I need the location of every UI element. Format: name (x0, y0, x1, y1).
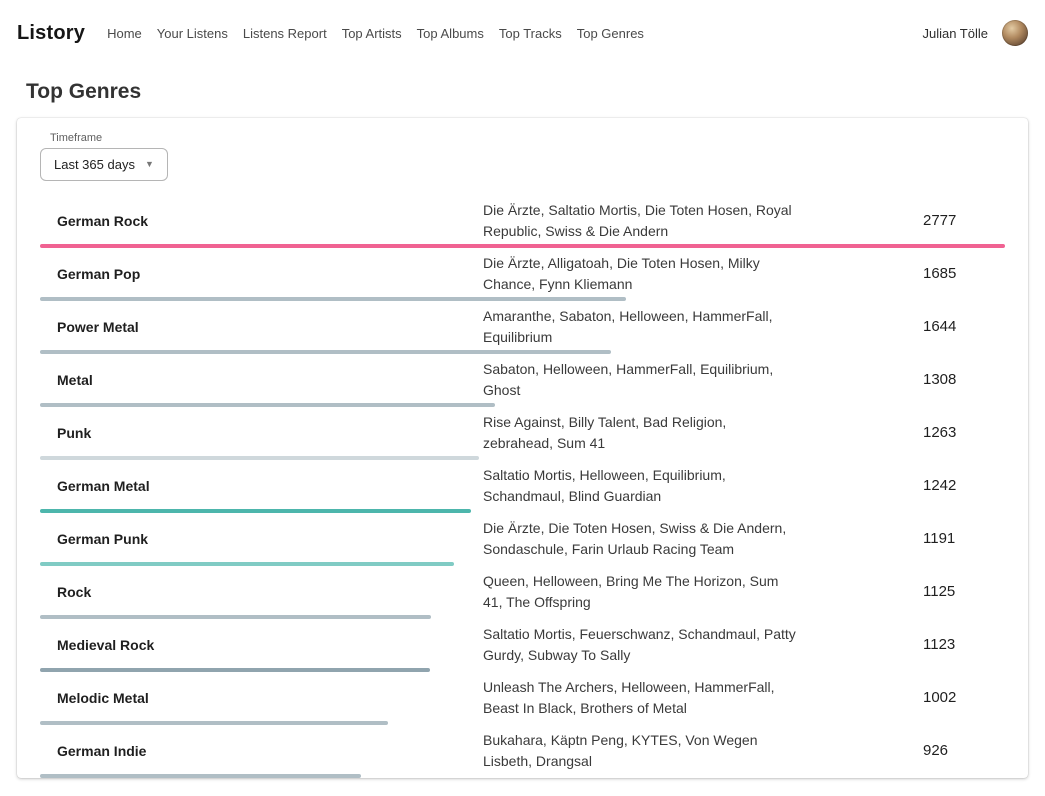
nav-link-top-artists[interactable]: Top Artists (342, 22, 402, 45)
genre-artists: Bukahara, Käptn Peng, KYTES, Von Wegen L… (483, 730, 923, 772)
genre-count: 1002 (923, 689, 1005, 706)
genre-list: German Rock Die Ärzte, Saltatio Mortis, … (40, 195, 1005, 778)
page-title: Top Genres (26, 80, 1028, 104)
genre-count: 1191 (923, 530, 1005, 547)
main-nav: Home Your Listens Listens Report Top Artist… (107, 22, 922, 45)
user-name: Julian Tölle (922, 26, 988, 41)
genre-name: German Pop (40, 266, 483, 282)
genre-artists: Saltatio Mortis, Helloween, Equilibrium,… (483, 465, 923, 507)
genre-artists: Sabaton, Helloween, HammerFall, Equilibr… (483, 359, 923, 401)
avatar[interactable] (1002, 20, 1028, 46)
nav-link-listens-report[interactable]: Listens Report (243, 22, 327, 45)
timeframe-value: Last 365 days (54, 157, 135, 172)
brand-logo[interactable]: Listory (17, 22, 85, 45)
nav-link-top-genres[interactable]: Top Genres (577, 22, 644, 45)
user-area: Julian Tölle (922, 20, 1028, 46)
genre-name: Medieval Rock (40, 637, 483, 653)
timeframe-filter: Timeframe Last 365 days ▼ (40, 132, 1005, 181)
genre-artists: Die Ärzte, Alligatoah, Die Toten Hosen, … (483, 253, 923, 295)
genre-row: Medieval Rock Saltatio Mortis, Feuerschw… (40, 619, 1005, 672)
genre-row: Metal Sabaton, Helloween, HammerFall, Eq… (40, 354, 1005, 407)
genre-artists: Unleash The Archers, Helloween, HammerFa… (483, 677, 923, 719)
genre-name: German Metal (40, 478, 483, 494)
genre-name: German Indie (40, 743, 483, 759)
genre-row: Power Metal Amaranthe, Sabaton, Hellowee… (40, 301, 1005, 354)
genre-bar-track (40, 774, 1005, 778)
genre-artists: Queen, Helloween, Bring Me The Horizon, … (483, 571, 923, 613)
genre-count: 1242 (923, 477, 1005, 494)
nav-link-top-albums[interactable]: Top Albums (417, 22, 484, 45)
genre-row: Melodic Metal Unleash The Archers, Hello… (40, 672, 1005, 725)
genre-count: 926 (923, 742, 1005, 759)
genre-count: 1644 (923, 318, 1005, 335)
genre-count: 2777 (923, 212, 1005, 229)
genre-name: Rock (40, 584, 483, 600)
genre-name: German Rock (40, 213, 483, 229)
genre-name: Power Metal (40, 319, 483, 335)
genre-artists: Amaranthe, Sabaton, Helloween, HammerFal… (483, 306, 923, 348)
genre-row: German Metal Saltatio Mortis, Helloween,… (40, 460, 1005, 513)
genre-row: German Rock Die Ärzte, Saltatio Mortis, … (40, 195, 1005, 248)
genre-row: German Pop Die Ärzte, Alligatoah, Die To… (40, 248, 1005, 301)
genres-card: Timeframe Last 365 days ▼ German Rock Di… (17, 118, 1028, 778)
nav-link-top-tracks[interactable]: Top Tracks (499, 22, 562, 45)
genre-name: Metal (40, 372, 483, 388)
genre-artists: Die Ärzte, Saltatio Mortis, Die Toten Ho… (483, 200, 923, 242)
genre-count: 1263 (923, 424, 1005, 441)
genre-row: German Indie Bukahara, Käptn Peng, KYTES… (40, 725, 1005, 778)
genre-artists: Rise Against, Billy Talent, Bad Religion… (483, 412, 923, 454)
genre-bar (40, 774, 361, 778)
genre-row: German Punk Die Ärzte, Die Toten Hosen, … (40, 513, 1005, 566)
nav-link-home[interactable]: Home (107, 22, 142, 45)
genre-row: Rock Queen, Helloween, Bring Me The Hori… (40, 566, 1005, 619)
genre-name: German Punk (40, 531, 483, 547)
genre-name: Punk (40, 425, 483, 441)
page-content: Top Genres Timeframe Last 365 days ▼ Ger… (0, 80, 1045, 778)
genre-count: 1685 (923, 265, 1005, 282)
timeframe-label: Timeframe (50, 132, 1005, 144)
genre-name: Melodic Metal (40, 690, 483, 706)
genre-artists: Saltatio Mortis, Feuerschwanz, Schandmau… (483, 624, 923, 666)
genre-count: 1308 (923, 371, 1005, 388)
timeframe-select[interactable]: Last 365 days ▼ (40, 148, 168, 181)
genre-artists: Die Ärzte, Die Toten Hosen, Swiss & Die … (483, 518, 923, 560)
genre-count: 1125 (923, 583, 1005, 600)
genre-row: Punk Rise Against, Billy Talent, Bad Rel… (40, 407, 1005, 460)
genre-count: 1123 (923, 636, 1005, 653)
top-nav: Listory Home Your Listens Listens Report To… (0, 0, 1045, 66)
chevron-down-icon: ▼ (145, 160, 154, 169)
nav-link-your-listens[interactable]: Your Listens (157, 22, 228, 45)
